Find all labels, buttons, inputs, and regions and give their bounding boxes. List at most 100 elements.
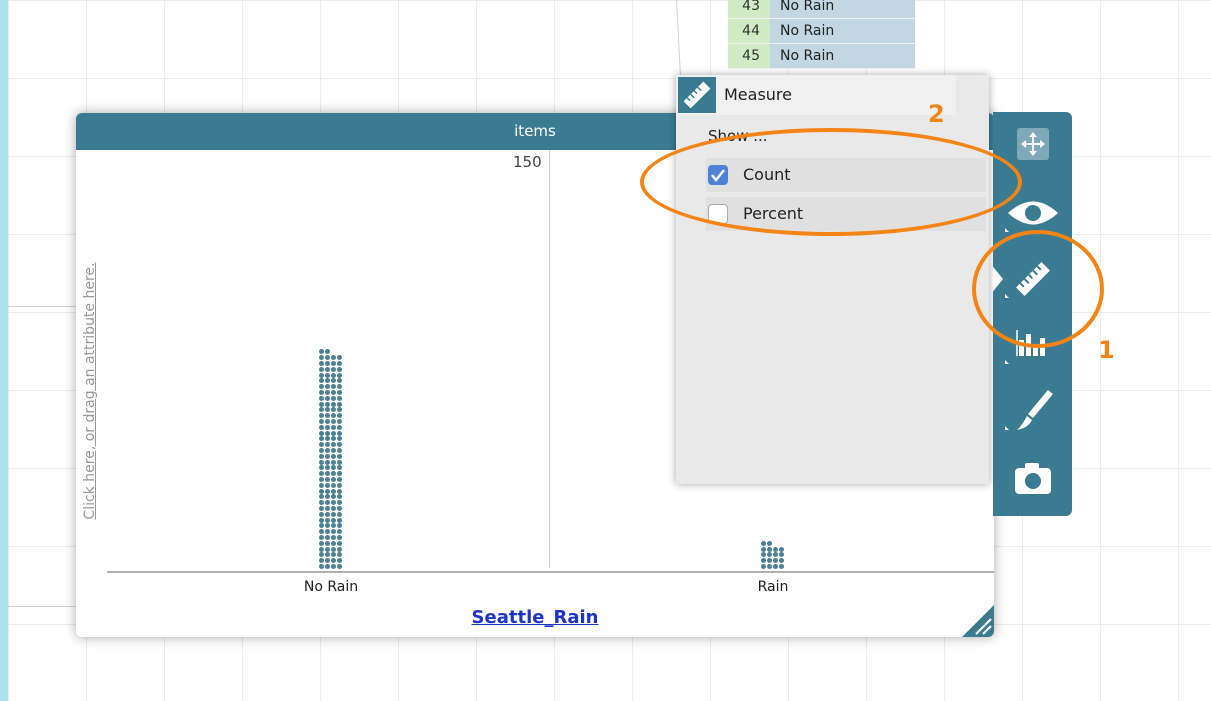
data-point[interactable] [767, 552, 773, 558]
data-point[interactable] [319, 361, 325, 366]
data-point[interactable] [331, 494, 336, 500]
data-point[interactable] [319, 465, 325, 471]
data-point[interactable] [331, 453, 336, 459]
data-point[interactable] [325, 349, 331, 355]
data-point[interactable] [336, 361, 342, 366]
data-point[interactable] [325, 465, 331, 471]
data-point[interactable] [325, 395, 331, 401]
data-point[interactable] [331, 564, 336, 569]
data-point[interactable] [336, 453, 342, 459]
data-point[interactable] [319, 442, 325, 448]
x-tick-label[interactable]: No Rain [304, 579, 358, 595]
data-point[interactable] [325, 540, 331, 546]
data-point[interactable] [319, 564, 325, 569]
data-point[interactable] [319, 419, 325, 424]
data-point[interactable] [336, 506, 342, 511]
data-point[interactable] [331, 465, 336, 471]
data-point[interactable] [319, 413, 325, 419]
data-point[interactable] [336, 500, 342, 506]
data-point[interactable] [336, 482, 342, 488]
data-point[interactable] [336, 529, 342, 535]
data-point[interactable] [331, 436, 336, 442]
data-point[interactable] [325, 488, 331, 494]
data-point[interactable] [767, 546, 773, 552]
data-point[interactable] [319, 390, 325, 395]
data-point[interactable] [325, 372, 331, 378]
data-point[interactable] [319, 395, 325, 401]
data-point[interactable] [773, 552, 778, 558]
data-point[interactable] [767, 558, 773, 564]
data-point[interactable] [336, 552, 342, 558]
data-point[interactable] [319, 477, 325, 482]
data-point[interactable] [325, 506, 331, 511]
data-point[interactable] [325, 407, 331, 413]
data-point[interactable] [767, 540, 773, 546]
data-point[interactable] [325, 436, 331, 442]
table-row[interactable]: 43 No Rain [728, 0, 915, 19]
data-point[interactable] [319, 517, 325, 523]
data-point[interactable] [325, 448, 331, 453]
data-point[interactable] [325, 523, 331, 529]
data-point[interactable] [319, 430, 325, 436]
data-point[interactable] [773, 546, 778, 552]
data-point[interactable] [325, 477, 331, 482]
data-point[interactable] [336, 488, 342, 494]
data-point[interactable] [319, 384, 325, 390]
data-point[interactable] [325, 413, 331, 419]
data-point[interactable] [325, 535, 331, 540]
data-point[interactable] [336, 430, 342, 436]
data-point[interactable] [773, 558, 778, 564]
data-point[interactable] [336, 517, 342, 523]
data-point[interactable] [336, 390, 342, 395]
data-point[interactable] [319, 506, 325, 511]
data-point[interactable] [331, 511, 336, 517]
data-point[interactable] [325, 384, 331, 390]
data-point[interactable] [325, 401, 331, 407]
data-point[interactable] [331, 471, 336, 477]
data-point[interactable] [331, 384, 336, 390]
row-value[interactable]: No Rain [770, 19, 915, 43]
data-point[interactable] [331, 413, 336, 419]
data-point[interactable] [319, 453, 325, 459]
data-point[interactable] [331, 372, 336, 378]
data-point[interactable] [319, 471, 325, 477]
data-point[interactable] [319, 500, 325, 506]
data-point[interactable] [331, 424, 336, 430]
data-point[interactable] [319, 488, 325, 494]
data-point[interactable] [325, 500, 331, 506]
data-point[interactable] [325, 529, 331, 535]
data-point[interactable] [336, 384, 342, 390]
data-point[interactable] [331, 401, 336, 407]
data-point[interactable] [336, 494, 342, 500]
y-axis-hint[interactable]: Click here, or drag an attribute here. [82, 171, 98, 611]
data-point[interactable] [325, 546, 331, 552]
data-point[interactable] [331, 442, 336, 448]
data-point[interactable] [336, 564, 342, 569]
data-point[interactable] [319, 552, 325, 558]
data-point[interactable] [331, 390, 336, 395]
data-point[interactable] [319, 546, 325, 552]
data-point[interactable] [319, 424, 325, 430]
data-point[interactable] [319, 494, 325, 500]
data-point[interactable] [319, 407, 325, 413]
data-point[interactable] [319, 459, 325, 465]
data-point[interactable] [325, 482, 331, 488]
data-point[interactable] [331, 459, 336, 465]
data-point[interactable] [325, 494, 331, 500]
data-point[interactable] [331, 378, 336, 384]
data-point[interactable] [331, 506, 336, 511]
data-point[interactable] [778, 546, 784, 552]
data-point[interactable] [331, 361, 336, 366]
data-point[interactable] [325, 378, 331, 384]
data-point[interactable] [336, 540, 342, 546]
data-point[interactable] [319, 529, 325, 535]
data-point[interactable] [336, 407, 342, 413]
data-point[interactable] [331, 448, 336, 453]
row-value[interactable]: No Rain [770, 0, 915, 18]
data-point[interactable] [319, 535, 325, 540]
data-point[interactable] [778, 564, 784, 569]
data-point[interactable] [331, 500, 336, 506]
data-point[interactable] [325, 459, 331, 465]
styles-tool-button[interactable] [993, 380, 1072, 442]
data-point[interactable] [331, 529, 336, 535]
